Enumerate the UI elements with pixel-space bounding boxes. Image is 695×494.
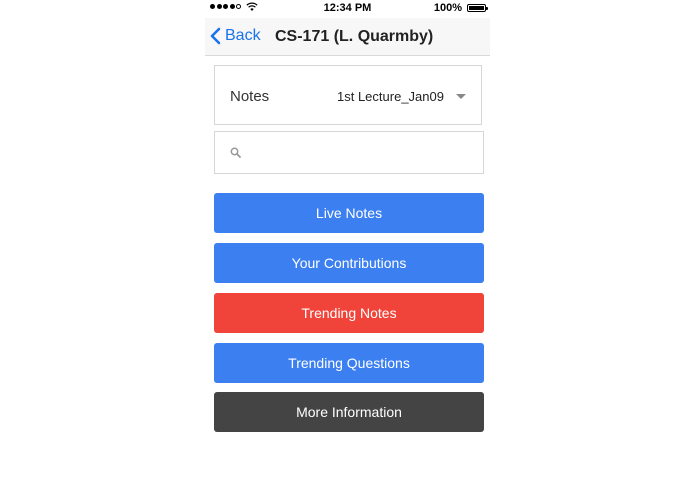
trending-notes-label: Trending Notes: [301, 305, 397, 321]
battery-icon: [467, 4, 488, 12]
more-information-label: More Information: [296, 404, 402, 420]
live-notes-button[interactable]: Live Notes: [214, 193, 484, 233]
navigation-bar: Back CS-171 (L. Quarmby): [205, 18, 490, 56]
notes-label: Notes: [230, 88, 270, 105]
page-title: CS-171 (L. Quarmby): [275, 28, 434, 45]
trending-questions-button[interactable]: Trending Questions: [214, 343, 484, 383]
search-box[interactable]: [214, 131, 484, 174]
battery-percent: 100%: [433, 2, 462, 14]
notes-selector[interactable]: Notes 1st Lecture_Jan09: [214, 65, 482, 125]
notes-selected-value[interactable]: 1st Lecture_Jan09: [337, 89, 444, 104]
search-input[interactable]: [249, 140, 478, 168]
caret-down-icon[interactable]: [456, 94, 466, 99]
more-information-button[interactable]: More Information: [214, 392, 484, 432]
status-bar: 12:34 PM 100%: [205, 0, 490, 18]
back-button[interactable]: Back: [210, 27, 261, 45]
trending-notes-button[interactable]: Trending Notes: [214, 293, 484, 333]
trending-questions-label: Trending Questions: [288, 355, 410, 371]
your-contributions-label: Your Contributions: [291, 255, 407, 271]
back-label: Back: [225, 27, 261, 44]
chevron-left-icon: [210, 27, 221, 45]
search-icon: [230, 147, 241, 158]
app-screen: 12:34 PM 100% Back CS-171 (L. Quarmby) N…: [205, 0, 490, 494]
your-contributions-button[interactable]: Your Contributions: [214, 243, 484, 283]
live-notes-label: Live Notes: [315, 205, 383, 221]
